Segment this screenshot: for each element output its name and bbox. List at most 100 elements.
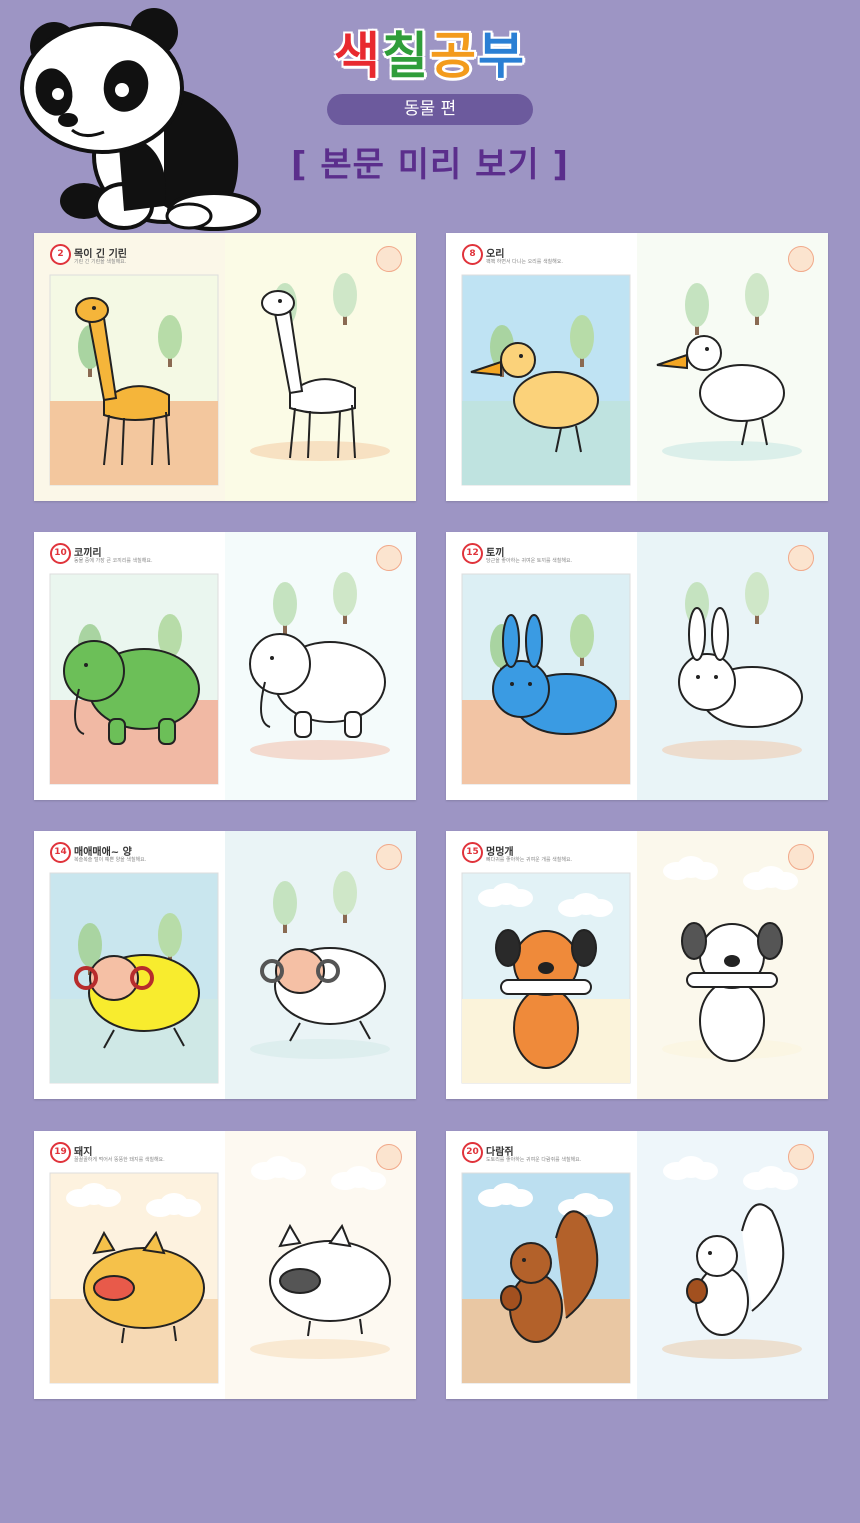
page-instruction: 꽥꽥 하면서 다니는 오리를 색칠해요. (486, 259, 563, 265)
page-instruction: 복슬복슬 털이 예쁜 양을 색칠해요. (74, 857, 147, 863)
illustration-shape (686, 1278, 708, 1304)
illustration-shape (525, 614, 543, 668)
illustration-shape (250, 1339, 390, 1359)
illustration-shape (678, 653, 736, 711)
illustration-shape (685, 283, 709, 327)
page-number-badge: 20 (462, 1142, 483, 1163)
illustration-shape (528, 682, 532, 686)
illustration-shape (280, 1162, 306, 1180)
illustration-shape (279, 1268, 321, 1294)
page-illustration (34, 831, 416, 1099)
illustration-shape (705, 347, 709, 351)
illustration-shape (507, 889, 533, 907)
page-number-badge: 15 (462, 842, 483, 863)
illustration-shape (699, 980, 765, 1062)
illustration-shape (708, 1251, 712, 1255)
page-number-badge: 12 (462, 543, 483, 564)
illustration-shape (63, 640, 125, 702)
illustration-shape (333, 572, 357, 616)
illustration-shape (692, 862, 718, 880)
page-illustration (446, 831, 828, 1099)
illustration-shape (158, 718, 176, 745)
illustration-shape (510, 682, 514, 686)
illustration-shape (686, 335, 722, 371)
page-number-badge: 19 (50, 1142, 71, 1163)
illustration-shape (344, 711, 362, 738)
title-char-1: 색 (334, 27, 382, 85)
illustration-shape (500, 342, 536, 378)
illustration-shape (519, 354, 523, 358)
character-badge-icon (376, 246, 402, 272)
illustration-shape (502, 614, 520, 668)
illustration-shape (333, 273, 357, 317)
illustration-shape (250, 1039, 390, 1059)
page-preview-card: 20 다람쥐 도토리를 좋아하는 귀여운 다람쥐를 색칠해요. (446, 1131, 828, 1399)
page-illustration (34, 1131, 416, 1399)
page-illustration (34, 532, 416, 800)
illustration-shape (696, 1235, 738, 1277)
character-badge-icon (788, 1144, 814, 1170)
page-illustration (446, 1131, 828, 1399)
page-preview-card: 2 목이 긴 기린 기린 긴 기린을 색칠해요. (34, 233, 416, 501)
page-preview-card: 14 매애매애~ 양 복슬복슬 털이 예쁜 양을 색칠해요. (34, 831, 416, 1099)
illustration-shape (75, 297, 109, 323)
page-instruction: 뼈다귀를 좋아하는 귀여운 개를 색칠해요. (486, 857, 573, 863)
illustration-shape (92, 306, 96, 310)
illustration-shape (500, 979, 592, 995)
illustration-shape (249, 633, 311, 695)
illustration-shape (662, 441, 802, 461)
title-char-3: 공 (430, 27, 478, 85)
illustration-shape (278, 299, 282, 303)
illustration-shape (495, 929, 521, 967)
panda-mascot-illustration (20, 8, 261, 231)
illustration-shape (250, 740, 390, 760)
character-badge-icon (788, 246, 814, 272)
illustration-shape (261, 290, 295, 316)
illustration-shape (507, 1189, 533, 1207)
illustration-shape (686, 972, 778, 988)
page-illustration (446, 233, 828, 501)
illustration-shape (571, 929, 597, 967)
character-badge-icon (376, 844, 402, 870)
page-illustration (446, 532, 828, 800)
illustration-shape (699, 364, 785, 422)
illustration-shape (333, 871, 357, 915)
illustration-shape (587, 1199, 613, 1217)
page-preview-card: 10 코끼리 동물 중에 가장 큰 코끼리를 색칠해요. (34, 532, 416, 800)
illustration-shape (745, 273, 769, 317)
page-number-badge: 2 (50, 244, 71, 265)
illustration-shape (513, 987, 579, 1069)
illustration-shape (692, 1162, 718, 1180)
page-illustration (34, 233, 416, 501)
illustration-shape (492, 660, 550, 718)
page-number-badge: 10 (50, 543, 71, 564)
illustration-shape (513, 371, 599, 429)
illustration-shape (158, 315, 182, 359)
illustration-shape (93, 1275, 135, 1301)
illustration-shape (662, 1339, 802, 1359)
page-number-badge: 8 (462, 244, 483, 265)
illustration-shape (538, 962, 554, 974)
character-badge-icon (788, 545, 814, 571)
illustration-shape (570, 614, 594, 658)
illustration-shape (724, 955, 740, 967)
preview-heading: [ 본문 미리 보기 ] (290, 145, 570, 185)
illustration-shape (500, 1285, 522, 1311)
illustration-shape (158, 913, 182, 957)
illustration-shape (587, 899, 613, 917)
book-title: 색칠공부 (280, 26, 580, 86)
illustration-shape (250, 441, 390, 461)
illustration-shape (95, 1189, 121, 1207)
illustration-shape (745, 572, 769, 616)
illustration-shape (108, 718, 126, 745)
illustration-shape (696, 675, 700, 679)
illustration-shape (688, 607, 706, 661)
character-badge-icon (788, 844, 814, 870)
page-instruction: 도토리를 좋아하는 귀여운 다람쥐를 색칠해요. (486, 1157, 582, 1163)
illustration-shape (273, 582, 297, 626)
page-number-badge: 14 (50, 842, 71, 863)
illustration-shape (772, 1172, 798, 1190)
illustration-shape (273, 881, 297, 925)
page-preview-card: 12 토끼 당근을 좋아하는 귀여운 토끼를 색칠해요. (446, 532, 828, 800)
page-instruction: 꿀꿀꿀하게 먹어서 뚱뚱한 돼지를 색칠해요. (74, 1157, 165, 1163)
